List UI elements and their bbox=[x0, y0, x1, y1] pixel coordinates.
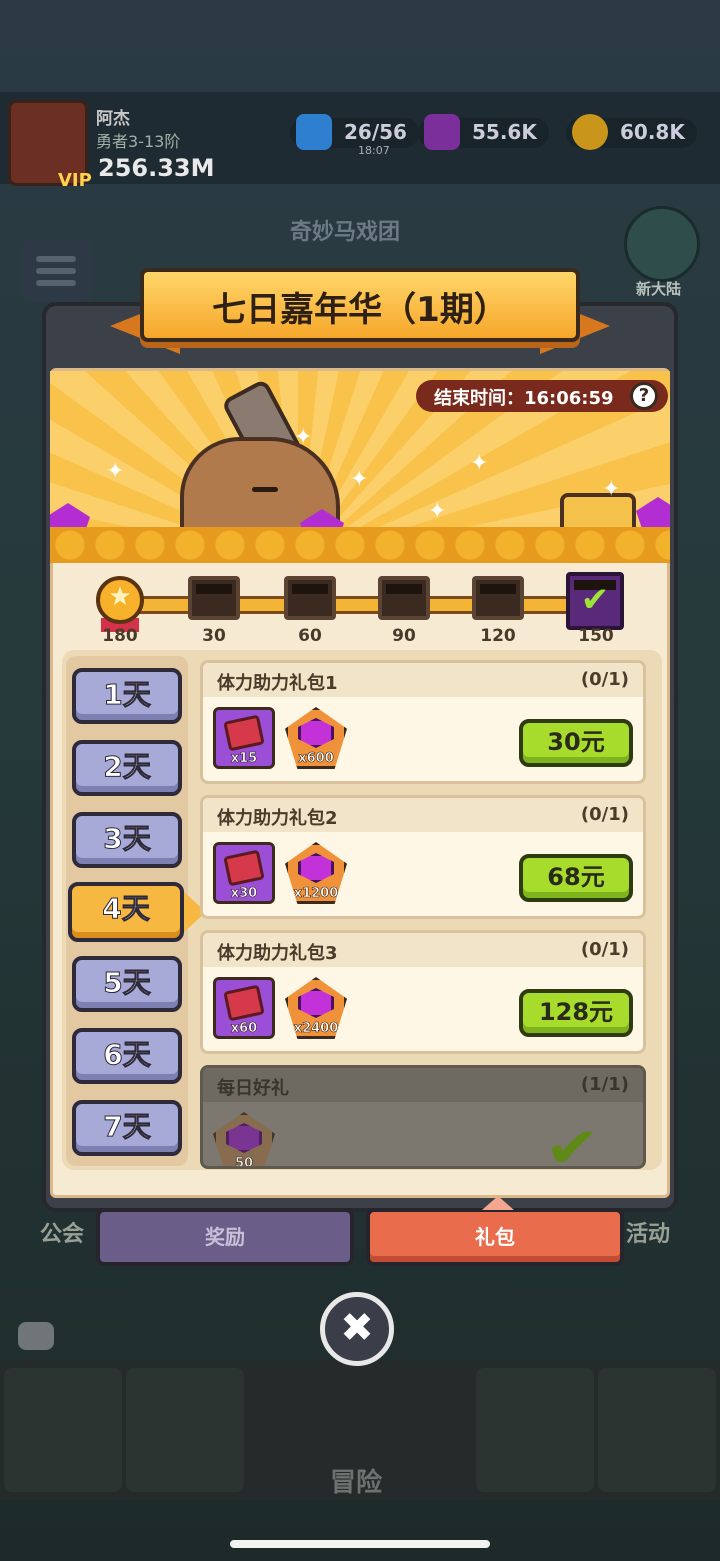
buy-button[interactable]: 30元 bbox=[519, 719, 633, 767]
ticket-icon[interactable]: x15 bbox=[213, 707, 275, 769]
upgrade-icon bbox=[476, 1368, 594, 1492]
milestone-label: 120 bbox=[480, 626, 516, 646]
sparkle-icon: ✦ bbox=[602, 477, 621, 502]
guild-label: 公会 bbox=[40, 1222, 85, 1247]
ticket-icon[interactable]: x30 bbox=[213, 842, 275, 904]
question-mark-icon[interactable]: ? bbox=[630, 382, 658, 410]
day-tab-4[interactable]: 4天 bbox=[68, 882, 206, 942]
offer-title: 体力助力礼包3 bbox=[217, 943, 338, 964]
offer-count: (0/1) bbox=[580, 669, 629, 690]
gem-icon[interactable]: x600 bbox=[285, 707, 347, 769]
milestone-label: 90 bbox=[392, 626, 416, 646]
sparkle-icon: ✦ bbox=[294, 425, 313, 450]
milestone-label: 60 bbox=[298, 626, 322, 646]
offer-count: (0/1) bbox=[580, 939, 629, 960]
stamina-timer: 18:07 bbox=[358, 144, 390, 157]
final-chest-icon[interactable]: ✔ bbox=[566, 572, 624, 630]
sparkle-icon: ✦ bbox=[428, 499, 447, 524]
close-icon[interactable]: ✖ bbox=[320, 1292, 394, 1366]
buy-button[interactable]: 68元 bbox=[519, 854, 633, 902]
milestone-chest-icon[interactable] bbox=[188, 576, 240, 620]
offer-title: 体力助力礼包2 bbox=[217, 808, 338, 829]
milestone-chest-icon[interactable] bbox=[472, 576, 524, 620]
player-rank: 勇者3-13阶 bbox=[96, 132, 181, 151]
stamina-value: 26/56 bbox=[344, 120, 407, 144]
sparkle-icon: ✦ bbox=[106, 459, 125, 484]
day-tab-2[interactable]: 2天 bbox=[72, 740, 182, 796]
adventure-label: 冒险 bbox=[330, 1468, 383, 1498]
offer-title: 每日好礼 bbox=[217, 1078, 289, 1099]
day-tab-1[interactable]: 1天 bbox=[72, 668, 182, 724]
new-land-icon bbox=[624, 206, 700, 282]
day-tab-6[interactable]: 6天 bbox=[72, 1028, 182, 1084]
modal-title: 七日嘉年华（1期） bbox=[212, 290, 508, 330]
gold-coins-art bbox=[50, 527, 670, 563]
offer-card: 体力助力礼包1 (0/1) x15 x600 30元 bbox=[200, 660, 646, 784]
home-indicator[interactable] bbox=[230, 1540, 490, 1548]
player-power: 256.33M bbox=[98, 154, 215, 182]
gem-pill: 55.6K bbox=[418, 114, 549, 150]
claimed-check-icon: ✔ bbox=[544, 1116, 601, 1169]
day-tab-7[interactable]: 7天 bbox=[72, 1100, 182, 1156]
milestone-label: 150 bbox=[578, 626, 614, 646]
tab-rewards[interactable]: 奖励 bbox=[96, 1208, 354, 1266]
stamina-icon bbox=[296, 114, 332, 150]
milestone-label: 30 bbox=[202, 626, 226, 646]
milestone-chest-icon[interactable] bbox=[378, 576, 430, 620]
tab-packs[interactable]: 礼包 bbox=[366, 1196, 624, 1266]
offer-card: 体力助力礼包2 (0/1) x30 x1200 68元 bbox=[200, 795, 646, 919]
treasure-icon bbox=[598, 1368, 716, 1492]
player-name: 阿杰 bbox=[96, 109, 130, 129]
current-points: 180 bbox=[102, 626, 138, 646]
chat-icon bbox=[18, 1322, 54, 1350]
buy-button[interactable]: 128元 bbox=[519, 989, 633, 1037]
menu-icon bbox=[20, 240, 94, 302]
milestone-chest-icon[interactable] bbox=[284, 576, 336, 620]
gold-value: 60.8K bbox=[620, 120, 685, 144]
daily-gift-card: 每日好礼 (1/1) 50 ✔ bbox=[200, 1065, 646, 1169]
offer-count: (0/1) bbox=[580, 804, 629, 825]
offer-count: (1/1) bbox=[580, 1074, 629, 1095]
gem-icon[interactable]: x1200 bbox=[285, 842, 347, 904]
star-medal-icon: ★ bbox=[96, 576, 144, 624]
gem-icon: 50 bbox=[213, 1112, 275, 1166]
day-tab-5[interactable]: 5天 bbox=[72, 956, 182, 1012]
gem-currency-icon bbox=[424, 114, 460, 150]
hero-icon bbox=[126, 1368, 244, 1492]
ticket-icon[interactable]: x60 bbox=[213, 977, 275, 1039]
gold-coin-icon bbox=[572, 114, 608, 150]
vip-label: VIP bbox=[58, 170, 92, 191]
offer-card: 体力助力礼包3 (0/1) x60 x2400 128元 bbox=[200, 930, 646, 1054]
stage-title: 奇妙马戏团 bbox=[290, 220, 401, 245]
sparkle-icon: ✦ bbox=[470, 451, 489, 476]
title-ribbon: 七日嘉年华（1期） bbox=[110, 262, 610, 358]
gem-icon[interactable]: x2400 bbox=[285, 977, 347, 1039]
sparkle-icon: ✦ bbox=[350, 467, 369, 492]
offer-title: 体力助力礼包1 bbox=[217, 673, 338, 694]
gem-value: 55.6K bbox=[472, 120, 537, 144]
shop-icon bbox=[4, 1368, 122, 1492]
gold-pill: 60.8K bbox=[566, 114, 697, 150]
stamina-pill: 26/56 18:07 bbox=[290, 114, 419, 157]
day-tab-3[interactable]: 3天 bbox=[72, 812, 182, 868]
new-land-label: 新大陆 bbox=[636, 280, 682, 298]
activity-label: 活动 bbox=[626, 1222, 671, 1247]
